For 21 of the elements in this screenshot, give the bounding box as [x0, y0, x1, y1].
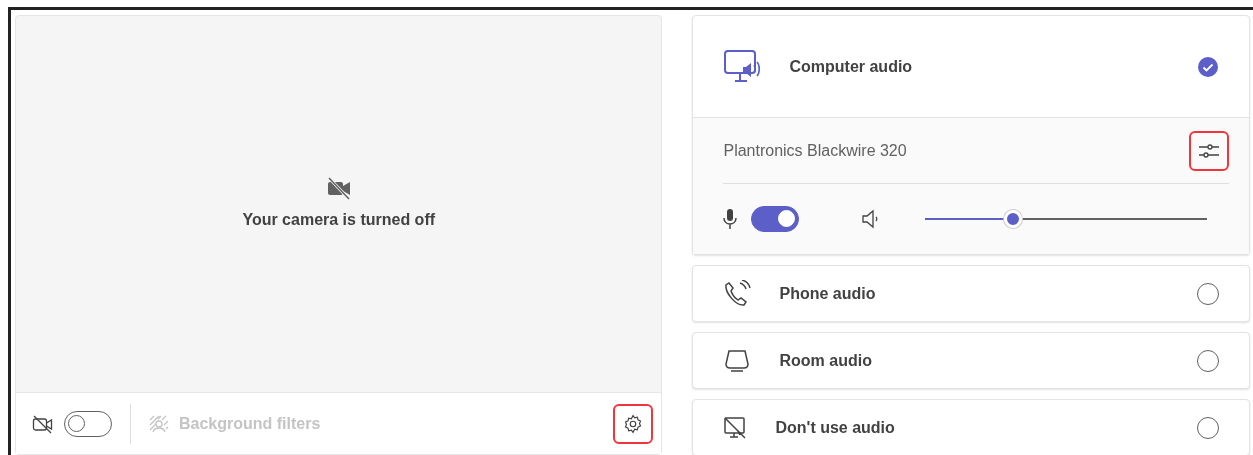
- slider-thumb[interactable]: [1003, 210, 1022, 228]
- background-effects-icon: [149, 414, 169, 433]
- audio-option[interactable]: Computer audio: [693, 16, 1249, 117]
- microphone-icon: [723, 208, 738, 230]
- audio-option[interactable]: Don't use audio: [693, 400, 1249, 455]
- phone-icon: [723, 279, 752, 308]
- checked-radio[interactable]: [1197, 55, 1219, 78]
- monitor-off-icon: [723, 415, 748, 440]
- device-name: Plantronics Blackwire 320: [723, 140, 907, 161]
- camera-off-message: Your camera is turned off: [242, 210, 436, 230]
- microphone-toggle[interactable]: [751, 206, 800, 232]
- audio-option[interactable]: Room audio: [693, 333, 1249, 388]
- settings-button[interactable]: [613, 403, 654, 444]
- audio-option[interactable]: Phone audio: [693, 266, 1249, 321]
- device-settings-button[interactable]: [1189, 130, 1229, 171]
- camera-toggle[interactable]: [64, 410, 112, 437]
- monitor-speaker-icon: [723, 48, 762, 85]
- camera-off-icon: [325, 176, 352, 200]
- settings-icon: [623, 413, 644, 434]
- room-speaker-icon: [723, 348, 752, 373]
- camera-off-icon: [32, 413, 54, 434]
